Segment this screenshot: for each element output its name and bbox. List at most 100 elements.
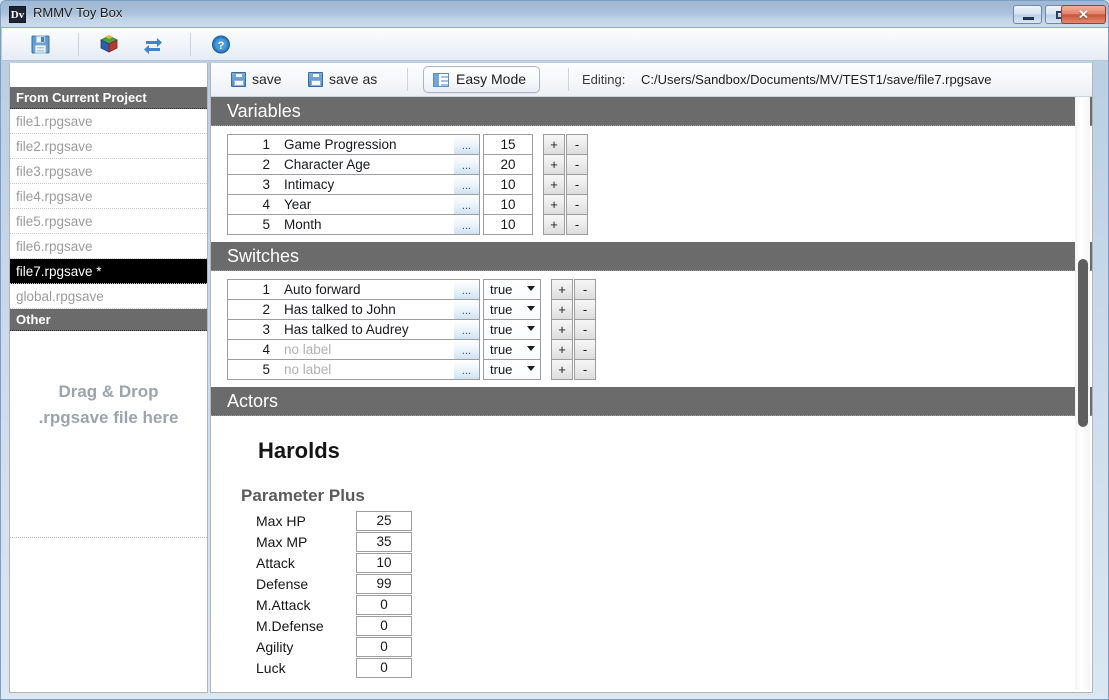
close-icon: ✕ (1078, 7, 1089, 22)
variable-increment-button[interactable]: + (543, 214, 565, 235)
minimize-button[interactable] (1013, 5, 1042, 24)
close-button[interactable]: ✕ (1061, 5, 1106, 24)
file-list-item[interactable]: file4.rpgsave (10, 184, 207, 209)
help-icon[interactable]: ? (208, 32, 242, 57)
variable-decrement-button[interactable]: - (566, 134, 588, 155)
switch-id: 2 (227, 299, 277, 320)
switch-add-button[interactable]: + (551, 319, 573, 340)
variable-value[interactable]: 10 (483, 194, 533, 215)
switch-more-button[interactable]: ... (454, 279, 480, 300)
parameter-row: Luck 0 (241, 657, 1092, 678)
switch-value-text: true (490, 322, 513, 337)
switch-row: 2 Has talked to John... true + - (227, 299, 1092, 320)
editor-toolbar: save save as Easy Mode Editing: C:/Users… (211, 63, 1092, 97)
switch-value-select[interactable]: true (483, 319, 541, 340)
toolbar-separator-3 (407, 68, 408, 91)
drag-drop-line-1: Drag & Drop (58, 382, 159, 401)
refresh-icon[interactable] (140, 32, 174, 57)
easy-mode-button[interactable]: Easy Mode (423, 66, 541, 93)
switch-value-select[interactable]: true (483, 299, 541, 320)
file-list-item[interactable]: file3.rpgsave (10, 159, 207, 184)
actor-name: Harolds (258, 438, 340, 463)
sidebar-divider (10, 537, 207, 538)
save-button[interactable]: save (231, 67, 282, 92)
app-icon: Dv (9, 6, 26, 23)
switch-value-select[interactable]: true (483, 339, 541, 360)
variable-decrement-button[interactable]: - (566, 214, 588, 235)
variable-id: 1 (227, 134, 277, 155)
variable-row: 2 Character Age... 20 + - (227, 154, 1092, 175)
switch-value-text: true (490, 342, 513, 357)
switch-more-button[interactable]: ... (454, 359, 480, 380)
variable-increment-button[interactable]: + (543, 134, 565, 155)
variable-label[interactable]: Intimacy (277, 174, 454, 195)
drag-drop-zone[interactable]: Drag & Drop .rpgsave file here (10, 379, 207, 431)
switch-row: 1 Auto forward... true + - (227, 279, 1092, 300)
variable-more-button[interactable]: ... (454, 134, 480, 155)
switch-label[interactable]: Has talked to John (277, 299, 454, 320)
switch-value-select[interactable]: true (483, 359, 541, 380)
toolbar-separator-1 (78, 33, 79, 56)
variable-value[interactable]: 10 (483, 174, 533, 195)
variable-value[interactable]: 10 (483, 214, 533, 235)
main-scrollbar[interactable] (1075, 97, 1090, 690)
switch-remove-button[interactable]: - (574, 339, 596, 360)
parameter-value-input[interactable]: 0 (356, 615, 412, 636)
switch-add-button[interactable]: + (551, 339, 573, 360)
variable-label[interactable]: Game Progression (277, 134, 454, 155)
file-list-item[interactable]: global.rpgsave (10, 284, 207, 309)
variable-decrement-button[interactable]: - (566, 174, 588, 195)
parameter-name: M.Defense (256, 617, 324, 634)
variable-decrement-button[interactable]: - (566, 194, 588, 215)
switch-value-select[interactable]: true (483, 279, 541, 300)
switch-more-button[interactable]: ... (454, 319, 480, 340)
help-icon-glyph: ? (212, 35, 230, 54)
variable-value[interactable]: 20 (483, 154, 533, 175)
switches-table: 1 Auto forward... true + -2 Has talked to Joh… (211, 271, 1092, 387)
save-icon[interactable] (28, 32, 62, 57)
switch-add-button[interactable]: + (551, 359, 573, 380)
switch-remove-button[interactable]: - (574, 279, 596, 300)
switch-more-button[interactable]: ... (454, 339, 480, 360)
switch-id: 5 (227, 359, 277, 380)
save-as-button-label: save as (329, 71, 378, 87)
variable-more-button[interactable]: ... (454, 174, 480, 195)
scrollbar-thumb[interactable] (1078, 259, 1088, 427)
file-list-item[interactable]: file5.rpgsave (10, 209, 207, 234)
parameter-value-input[interactable]: 10 (356, 552, 412, 573)
switch-label[interactable]: no label (277, 339, 454, 360)
file-list-item[interactable]: file6.rpgsave (10, 234, 207, 259)
switch-label[interactable]: Has talked to Audrey (277, 319, 454, 340)
switch-remove-button[interactable]: - (574, 359, 596, 380)
variable-decrement-button[interactable]: - (566, 154, 588, 175)
file-list-item[interactable]: file7.rpgsave * (10, 259, 207, 284)
rpgmaker-cube-icon[interactable] (96, 32, 130, 57)
switch-add-button[interactable]: + (551, 279, 573, 300)
switch-label[interactable]: no label (277, 359, 454, 380)
switch-more-button[interactable]: ... (454, 299, 480, 320)
parameter-value-input[interactable]: 0 (356, 636, 412, 657)
variable-increment-button[interactable]: + (543, 154, 565, 175)
variable-label[interactable]: Month (277, 214, 454, 235)
save-as-button[interactable]: save as (308, 67, 377, 92)
variable-label[interactable]: Character Age (277, 154, 454, 175)
parameter-value-input[interactable]: 0 (356, 657, 412, 678)
variable-more-button[interactable]: ... (454, 154, 480, 175)
switch-label[interactable]: Auto forward (277, 279, 454, 300)
parameter-value-input[interactable]: 35 (356, 531, 412, 552)
variable-label[interactable]: Year (277, 194, 454, 215)
title-bar: Dv RMMV Toy Box ✕ (1, 1, 1108, 28)
variable-increment-button[interactable]: + (543, 174, 565, 195)
variable-value[interactable]: 15 (483, 134, 533, 155)
file-list-item[interactable]: file2.rpgsave (10, 134, 207, 159)
parameter-value-input[interactable]: 99 (356, 573, 412, 594)
variable-more-button[interactable]: ... (454, 214, 480, 235)
switch-remove-button[interactable]: - (574, 299, 596, 320)
switch-remove-button[interactable]: - (574, 319, 596, 340)
file-list-item[interactable]: file1.rpgsave (10, 109, 207, 134)
variable-increment-button[interactable]: + (543, 194, 565, 215)
parameter-value-input[interactable]: 25 (356, 510, 412, 531)
switch-add-button[interactable]: + (551, 299, 573, 320)
parameter-value-input[interactable]: 0 (356, 594, 412, 615)
variable-more-button[interactable]: ... (454, 194, 480, 215)
